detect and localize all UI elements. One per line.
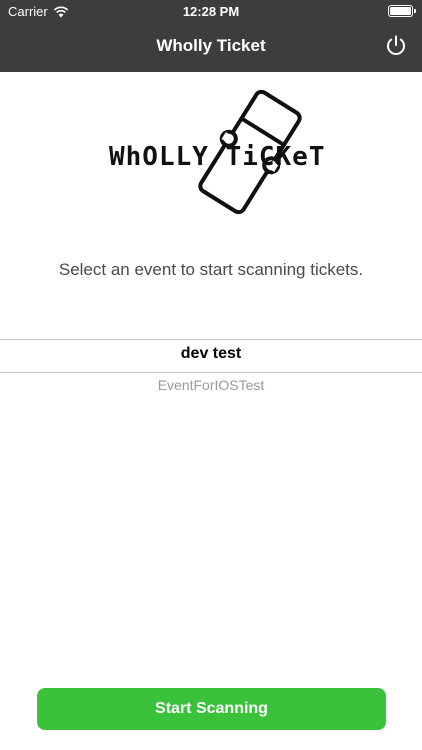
- app-screen: Carrier 12:28 PM Wholly Ticket WhOLLY Ti…: [0, 0, 422, 750]
- battery-fill: [390, 7, 411, 15]
- instruction-text: Select an event to start scanning ticket…: [58, 260, 364, 279]
- event-option-selected[interactable]: dev test: [0, 345, 422, 363]
- wholly-ticket-logo: WhOLLY TiCKeT: [105, 84, 325, 224]
- start-scanning-button[interactable]: Start Scanning: [37, 688, 386, 730]
- event-option[interactable]: EventForIOSTest: [0, 377, 422, 393]
- logo-text: WhOLLY TiCKeT: [109, 142, 326, 172]
- status-bar: Carrier 12:28 PM: [0, 0, 422, 22]
- picker-bottom-divider: [0, 372, 422, 373]
- nav-title: Wholly Ticket: [156, 36, 266, 55]
- event-picker[interactable]: dev test EventForIOSTest: [0, 339, 422, 399]
- battery-icon: [388, 5, 416, 17]
- picker-top-divider: [0, 339, 422, 340]
- power-icon[interactable]: [384, 34, 408, 58]
- status-time: 12:28 PM: [182, 4, 240, 19]
- top-bar: Carrier 12:28 PM Wholly Ticket: [0, 0, 422, 72]
